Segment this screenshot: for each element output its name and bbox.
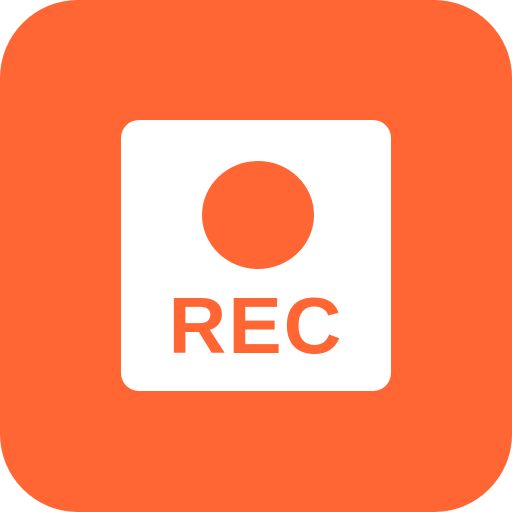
- rec-app-icon[interactable]: REC: [0, 0, 512, 512]
- record-dot-icon: [202, 161, 314, 269]
- record-card: REC: [121, 120, 391, 391]
- rec-label: REC: [168, 281, 344, 370]
